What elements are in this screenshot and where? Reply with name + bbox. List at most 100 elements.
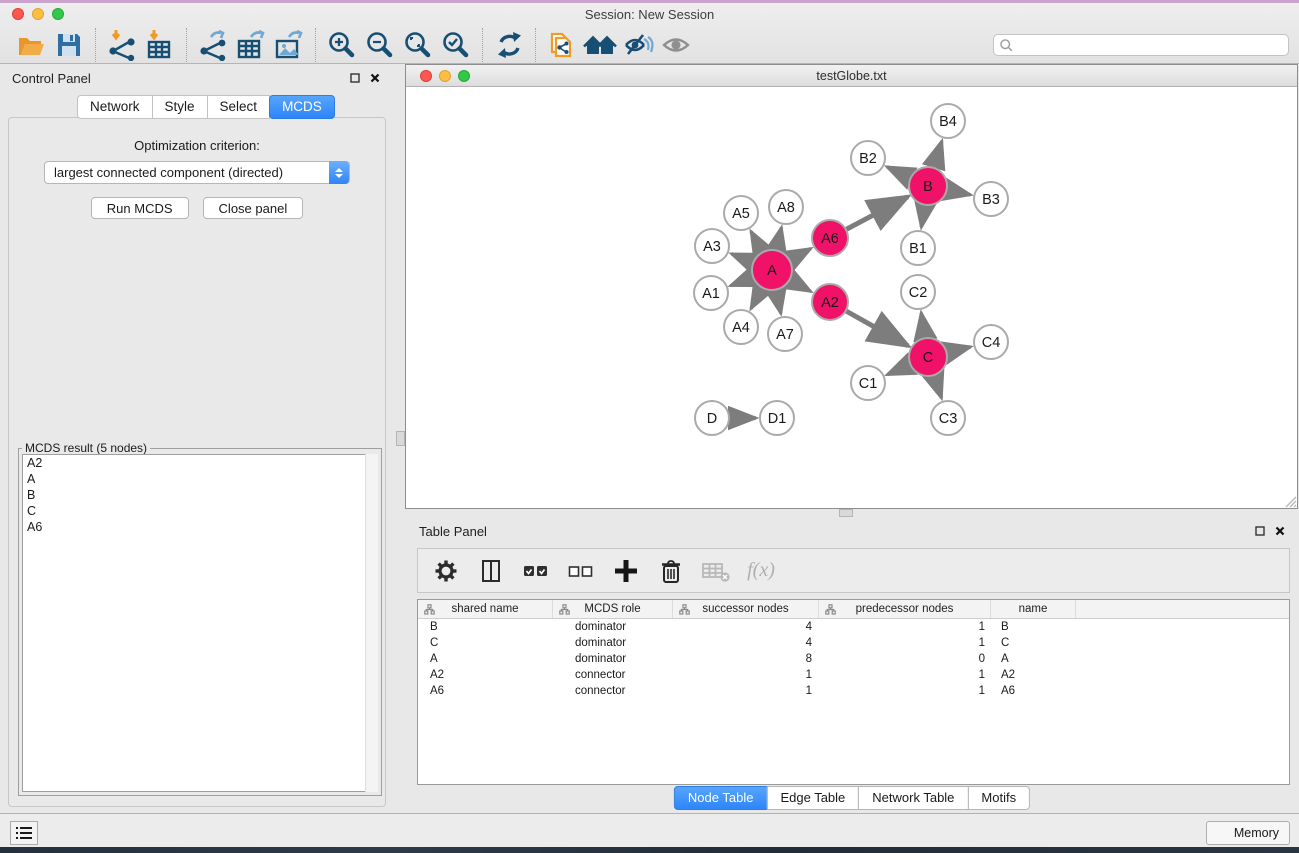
close-panel-icon[interactable] — [370, 73, 380, 83]
desktop-edge-bottom — [0, 847, 1299, 853]
hide-visual-properties-button[interactable] — [619, 28, 657, 62]
export-image-button[interactable] — [270, 28, 308, 62]
table-cell[interactable]: 4 — [673, 635, 819, 651]
column-header-shared-name[interactable]: shared name — [418, 600, 553, 618]
table-cell[interactable]: 1 — [819, 683, 991, 699]
zoom-out-button[interactable] — [361, 28, 399, 62]
delete-table-button[interactable] — [701, 556, 731, 586]
table-cell[interactable]: A — [418, 651, 553, 667]
horizontal-splitter-handle[interactable] — [396, 431, 405, 446]
table-cell[interactable]: A — [991, 651, 1076, 667]
table-cell[interactable]: 0 — [819, 651, 991, 667]
node-label-B1: B1 — [909, 241, 927, 257]
show-graphics-details-button[interactable] — [657, 28, 695, 62]
table-row[interactable]: A2connector11A2 — [418, 667, 1289, 683]
refresh-layout-button[interactable] — [490, 28, 528, 62]
zoom-fit-button[interactable] — [399, 28, 437, 62]
close-panel-icon[interactable] — [1275, 526, 1285, 536]
status-bar: Memory — [0, 813, 1299, 847]
table-cell[interactable]: 1 — [673, 667, 819, 683]
export-table-icon — [235, 29, 267, 61]
mcds-result-item[interactable]: A6 — [23, 519, 377, 535]
network-canvas[interactable]: AA1A2A3A4A5A6A7A8BB1B2B3B4CC1C2C3C4DD1 — [406, 87, 1297, 508]
table-cell[interactable]: 8 — [673, 651, 819, 667]
close-panel-button[interactable]: Close panel — [203, 197, 304, 219]
table-cell[interactable]: B — [418, 619, 553, 635]
import-table-button[interactable] — [141, 28, 179, 62]
resize-grip-icon[interactable] — [1284, 495, 1297, 508]
float-panel-icon[interactable] — [350, 73, 360, 83]
tab-motifs[interactable]: Motifs — [967, 786, 1030, 810]
zoom-fit-icon — [403, 30, 433, 60]
open-folder-icon — [16, 30, 46, 60]
memory-button[interactable]: Memory — [1206, 821, 1290, 845]
table-cell[interactable]: C — [418, 635, 553, 651]
table-cell[interactable]: A6 — [991, 683, 1076, 699]
unselect-all-columns-button[interactable] — [566, 556, 596, 586]
column-header-mcds-role[interactable]: MCDS role — [553, 600, 673, 618]
run-mcds-button[interactable]: Run MCDS — [91, 197, 189, 219]
eye-slash-icon — [622, 30, 654, 60]
node-label-B2: B2 — [859, 151, 877, 167]
table-cell[interactable]: connector — [553, 667, 673, 683]
mcds-result-item[interactable]: B — [23, 487, 377, 503]
tab-select[interactable]: Select — [207, 95, 271, 119]
table-cell[interactable]: 4 — [673, 619, 819, 635]
float-panel-icon[interactable] — [1255, 526, 1265, 536]
mcds-result-item[interactable]: A — [23, 471, 377, 487]
tab-network-table[interactable]: Network Table — [858, 786, 968, 810]
table-row[interactable]: A6connector11A6 — [418, 683, 1289, 699]
save-session-button[interactable] — [50, 28, 88, 62]
table-cell[interactable]: 1 — [819, 619, 991, 635]
home-button[interactable] — [581, 28, 619, 62]
function-builder-button[interactable]: f(x) — [746, 556, 776, 586]
optimization-criterion-select[interactable]: largest connected component (directed) — [44, 161, 350, 184]
search-input[interactable] — [1013, 36, 1283, 54]
settings-gear-button[interactable] — [431, 556, 461, 586]
table-cell[interactable]: C — [991, 635, 1076, 651]
table-cell[interactable]: A2 — [991, 667, 1076, 683]
node-label-B3: B3 — [982, 192, 1000, 208]
zoom-selected-button[interactable] — [437, 28, 475, 62]
export-network-button[interactable] — [194, 28, 232, 62]
export-image-icon — [273, 29, 305, 61]
table-cell[interactable]: 1 — [819, 667, 991, 683]
table-row[interactable]: Cdominator41C — [418, 635, 1289, 651]
table-row[interactable]: Adominator80A — [418, 651, 1289, 667]
open-session-button[interactable] — [12, 28, 50, 62]
result-list-scrollbar[interactable] — [365, 454, 378, 792]
tab-mcds[interactable]: MCDS — [269, 95, 335, 119]
table-cell[interactable]: 1 — [673, 683, 819, 699]
vertical-splitter-handle[interactable] — [839, 509, 853, 517]
table-cell[interactable]: B — [991, 619, 1076, 635]
node-label-A2: A2 — [821, 295, 839, 311]
table-cell[interactable]: connector — [553, 683, 673, 699]
tab-network[interactable]: Network — [77, 95, 153, 119]
column-header-predecessor-nodes[interactable]: predecessor nodes — [819, 600, 991, 618]
table-row[interactable]: Bdominator41B — [418, 619, 1289, 635]
table-cell[interactable]: dominator — [553, 619, 673, 635]
export-table-button[interactable] — [232, 28, 270, 62]
tab-edge-table[interactable]: Edge Table — [766, 786, 859, 810]
delete-column-button[interactable] — [656, 556, 686, 586]
network-snapshot-button[interactable] — [543, 28, 581, 62]
import-network-button[interactable] — [103, 28, 141, 62]
mcds-result-item[interactable]: C — [23, 503, 377, 519]
add-column-button[interactable] — [611, 556, 641, 586]
table-cell[interactable]: 1 — [819, 635, 991, 651]
network-graph: AA1A2A3A4A5A6A7A8BB1B2B3B4CC1C2C3C4DD1 — [406, 87, 1297, 508]
table-cell[interactable]: dominator — [553, 651, 673, 667]
mcds-result-item[interactable]: A2 — [23, 455, 377, 471]
column-layout-button[interactable] — [476, 556, 506, 586]
table-cell[interactable]: A6 — [418, 683, 553, 699]
select-all-columns-button[interactable] — [521, 556, 551, 586]
table-cell[interactable]: dominator — [553, 635, 673, 651]
tab-style[interactable]: Style — [152, 95, 208, 119]
zoom-out-icon — [365, 30, 395, 60]
column-header-name[interactable]: name — [991, 600, 1076, 618]
tab-node-table[interactable]: Node Table — [674, 786, 768, 810]
column-header-successor-nodes[interactable]: successor nodes — [673, 600, 819, 618]
table-cell[interactable]: A2 — [418, 667, 553, 683]
show-task-history-button[interactable] — [10, 821, 38, 845]
zoom-in-button[interactable] — [323, 28, 361, 62]
